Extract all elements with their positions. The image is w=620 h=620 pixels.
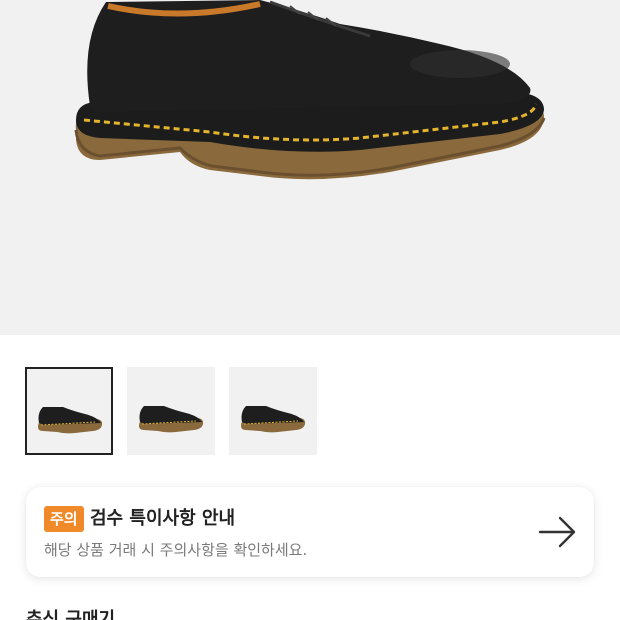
thumbnail-1[interactable] [25,367,113,455]
arrow-right-icon[interactable] [538,515,578,549]
shoe-thumbnail-icon [139,406,204,433]
thumbnail-2[interactable] [127,367,215,455]
notice-title: 검수 특이사항 안내 [90,508,236,529]
shoe-image [74,0,546,180]
product-main-image[interactable] [0,0,620,335]
thumbnail-strip [25,367,317,455]
shoe-thumbnail-icon [241,406,306,433]
thumbnail-3[interactable] [229,367,317,455]
section-title: 추신 구매기 [26,609,116,620]
shoe-thumbnail-icon [38,407,103,434]
notice-description: 해당 상품 거래 시 주의사항을 확인하세요. [44,541,308,559]
inspection-notice-card[interactable]: 주의 검수 특이사항 안내 해당 상품 거래 시 주의사항을 확인하세요. [26,487,594,577]
caution-badge: 주의 [44,506,84,532]
